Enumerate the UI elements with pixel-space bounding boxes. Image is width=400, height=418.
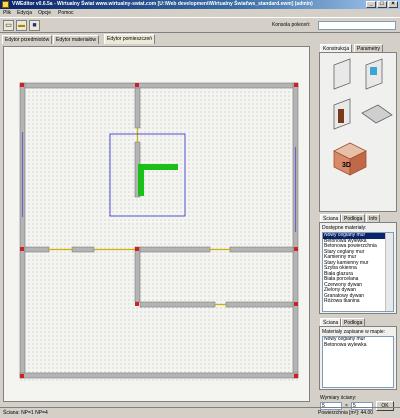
close-button[interactable]: × xyxy=(388,1,398,8)
tab-room-editor[interactable]: Edytor pomieszczeń xyxy=(104,34,156,44)
materials-list[interactable]: Nowy ceglany mur Betonowa wylewka Betono… xyxy=(322,232,394,312)
materials-label: Dostępne materiały: xyxy=(322,225,367,231)
menu-bar: Plik Edycja Opcje Pomoc xyxy=(0,9,400,17)
status-bar: Ściana: NP=1 NP=4 Powierzchnia [m²]: 44.… xyxy=(0,407,400,418)
app-icon xyxy=(2,1,9,8)
materials-box: Dostępne materiały: Nowy ceglany mur Bet… xyxy=(319,222,397,314)
list-item[interactable]: Różowa tkanina xyxy=(323,298,393,305)
status-left: Ściana: NP=1 NP=4 xyxy=(3,410,48,416)
window-title: VWEditor v0.6.5a - Wirtualny Świat www.w… xyxy=(12,1,313,7)
open-folder-icon[interactable]: ▬ xyxy=(16,20,27,31)
saved-materials-box: Materiały zapisane w mapie: Nowy ceglany… xyxy=(319,326,397,390)
materials-scrollbar[interactable] xyxy=(385,233,393,311)
minimize-button[interactable]: _ xyxy=(366,1,376,8)
console-input[interactable] xyxy=(318,21,396,30)
menu-edycja[interactable]: Edycja xyxy=(17,10,32,16)
menu-opcje[interactable]: Opcje xyxy=(38,10,51,16)
view-3d-label: 3D xyxy=(342,162,351,169)
view-3d-button[interactable]: 3D xyxy=(333,142,367,176)
window-tool-icon[interactable] xyxy=(365,58,383,90)
construction-tools: 3D xyxy=(319,52,397,212)
menu-plik[interactable]: Plik xyxy=(3,10,11,16)
save-icon[interactable]: ■ xyxy=(29,20,40,31)
console-label: Konsola poleceń: xyxy=(272,22,311,28)
map-canvas[interactable] xyxy=(4,47,309,401)
tab-material-editor[interactable]: Edytor materiałów xyxy=(53,35,100,44)
saved-materials-list[interactable]: Nowy ceglany mur Betonowa wylewka xyxy=(322,336,394,388)
title-bar: VWEditor v0.6.5a - Wirtualny Świat www.w… xyxy=(0,0,400,9)
right-panel: Konstrukcja Parametry 3D Ściana Podłoga … xyxy=(318,44,398,411)
grid xyxy=(20,81,300,381)
new-file-icon[interactable]: ▭ xyxy=(3,20,14,31)
floor-tool-icon[interactable] xyxy=(361,104,393,124)
saved-label: Materiały zapisane w mapie: xyxy=(322,329,386,335)
maximize-button[interactable]: □ xyxy=(377,1,387,8)
toolbar: ▭ ▬ ■ Konsola poleceń: xyxy=(0,17,400,33)
status-right: Powierzchnia [m²]: 44.00 xyxy=(318,410,374,416)
tab-item-editor[interactable]: Edytor przedmiotów xyxy=(2,35,53,44)
door-tool-icon[interactable] xyxy=(333,98,351,130)
tool-icons: 3D xyxy=(333,58,393,176)
wall-tool-icon[interactable] xyxy=(333,58,351,90)
list-item[interactable]: Betonowa wylewka xyxy=(323,342,393,349)
wall-size-label: Wymiary ściany: xyxy=(320,395,357,401)
menu-pomoc[interactable]: Pomoc xyxy=(58,10,74,16)
